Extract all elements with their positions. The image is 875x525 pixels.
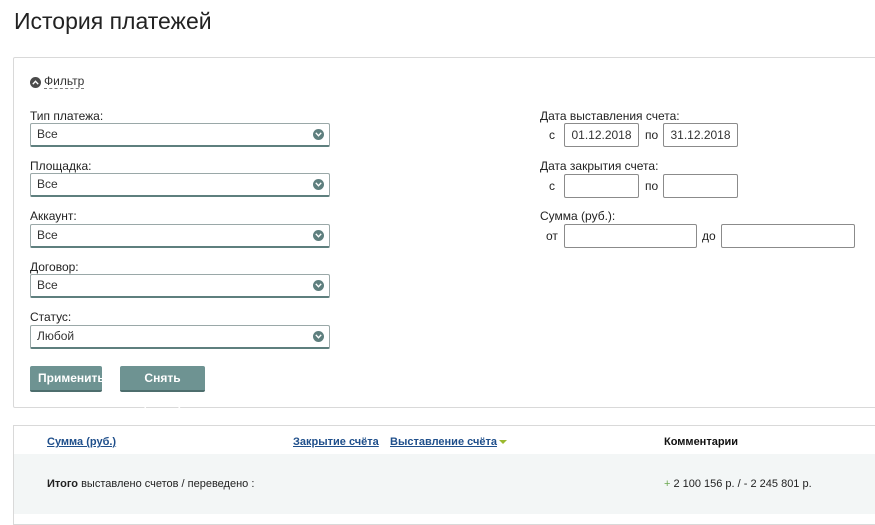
sort-desc-icon[interactable] (498, 440, 507, 445)
contract-label: Договор: (30, 260, 79, 274)
invoice-date-to-label: по (645, 128, 659, 142)
chevron-up-icon (30, 76, 41, 88)
close-date-from-input[interactable] (564, 174, 639, 198)
invoice-date-to-input[interactable]: 31.12.2018 (663, 123, 738, 147)
chevron-down-icon (313, 230, 324, 241)
close-date-from-label: с (549, 179, 555, 193)
status-value: Любой (37, 329, 75, 343)
status-select[interactable]: Любой (30, 325, 330, 349)
total-amount: 2 100 156 р. / - 2 245 801 р. (673, 478, 812, 490)
amount-from-input[interactable] (564, 224, 697, 248)
column-invoice-date[interactable]: Выставление счёта (390, 436, 497, 448)
platform-label: Площадка: (30, 159, 92, 173)
account-select[interactable]: Все (30, 224, 330, 248)
amount-to-input[interactable] (721, 224, 855, 248)
total-value: +2 100 156 р. / - 2 245 801 р. (664, 478, 812, 490)
payment-type-label: Тип платежа: (30, 109, 104, 123)
total-label-bold: Итого (47, 478, 79, 490)
apply-button[interactable]: Применить (30, 366, 105, 392)
invoice-date-label: Дата выставления счета: (540, 109, 680, 123)
column-invoice-date-header: Выставление счёта (390, 436, 507, 448)
close-date-to-label: по (645, 179, 659, 193)
plus-icon: + (664, 478, 671, 490)
chevron-down-icon (313, 179, 324, 190)
platform-select[interactable]: Все (30, 173, 330, 197)
close-date-label: Дата закрытия счета: (540, 159, 659, 173)
reset-filter-button[interactable]: Снять фильтр (120, 366, 205, 409)
payment-type-select[interactable]: Все (30, 123, 330, 147)
contract-select[interactable]: Все (30, 274, 330, 298)
amount-label: Сумма (руб.): (540, 209, 616, 223)
column-close-date[interactable]: Закрытие счёта (293, 436, 379, 448)
chevron-down-icon (313, 280, 324, 291)
chevron-down-icon (313, 129, 324, 140)
chevron-down-icon (313, 331, 324, 342)
payments-table: Сумма (руб.) Закрытие счёта Выставление … (13, 425, 875, 525)
close-date-to-input[interactable] (663, 174, 738, 198)
amount-from-label: от (546, 229, 558, 243)
filter-panel: Фильтр Тип платежа: Все Площадка: Все Ак… (13, 57, 875, 409)
invoice-date-from-label: с (549, 128, 555, 142)
invoice-date-from-input[interactable]: 01.12.2018 (564, 123, 639, 147)
account-value: Все (37, 228, 58, 242)
status-label: Статус: (30, 310, 72, 324)
account-label: Аккаунт: (30, 209, 77, 223)
column-comments: Комментарии (664, 436, 739, 448)
total-label-text: выставлено счетов / переведено : (78, 478, 255, 490)
total-label: Итого выставлено счетов / переведено : (47, 478, 254, 490)
contract-value: Все (37, 278, 58, 292)
payment-type-value: Все (37, 127, 58, 141)
platform-value: Все (37, 177, 58, 191)
total-row: Итого выставлено счетов / переведено : +… (14, 454, 875, 514)
amount-to-label: до (702, 229, 716, 243)
filter-toggle[interactable]: Фильтр (30, 74, 85, 89)
filter-toggle-label: Фильтр (44, 74, 85, 89)
page-title: История платежей (14, 8, 212, 34)
column-amount[interactable]: Сумма (руб.) (47, 436, 116, 448)
